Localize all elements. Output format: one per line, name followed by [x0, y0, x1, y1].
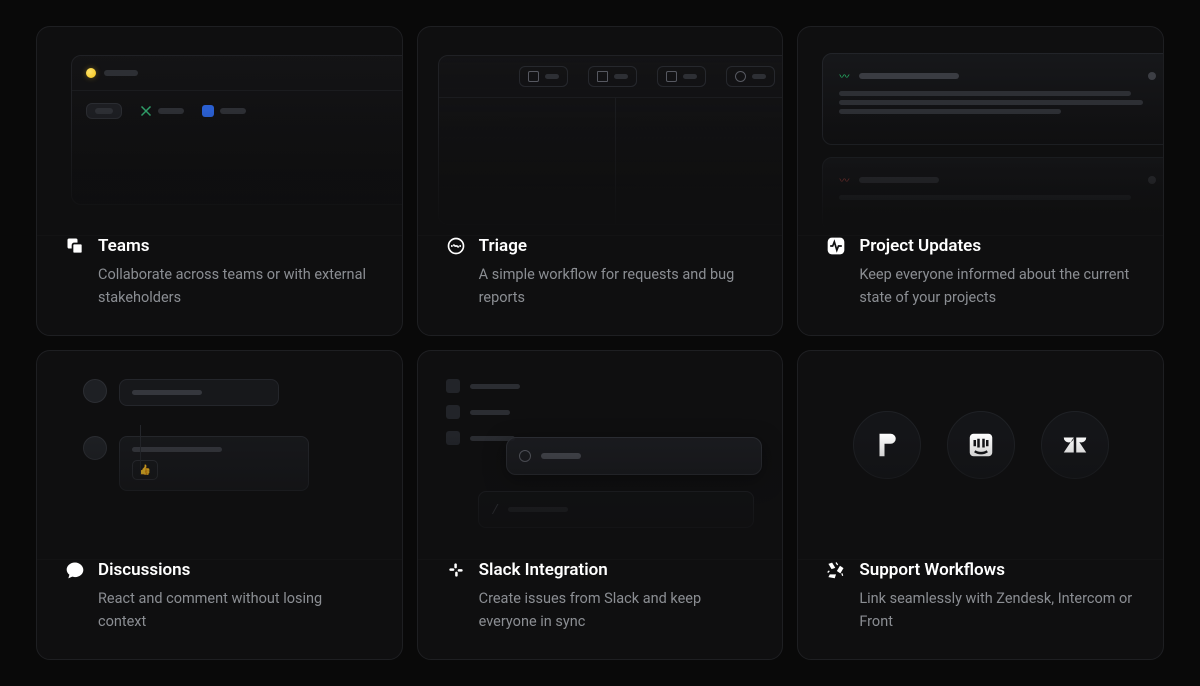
triage-chip: [519, 66, 568, 87]
status-circle-icon: [519, 450, 531, 462]
card-desc: Keep everyone informed about the current…: [826, 264, 1135, 309]
support-illustration: [798, 351, 1163, 560]
card-triage[interactable]: Triage A simple workflow for requests an…: [417, 26, 784, 336]
discussions-illustration: 👍: [37, 351, 402, 560]
card-teams[interactable]: Teams Collaborate across teams or with e…: [36, 26, 403, 336]
card-desc: Collaborate across teams or with externa…: [65, 264, 374, 309]
card-desc: A simple workflow for requests and bug r…: [446, 264, 755, 309]
card-title: Slack Integration: [479, 560, 608, 580]
status-on-track-icon: 〰: [839, 68, 849, 83]
teams-icon: [65, 236, 85, 256]
integration-zendesk-icon: [1041, 411, 1109, 479]
card-desc: Create issues from Slack and keep everyo…: [446, 588, 755, 633]
card-title: Teams: [98, 236, 149, 256]
triage-illustration: [418, 27, 783, 236]
cross-arrows-icon: [140, 105, 152, 117]
lightbulb-icon: [86, 68, 96, 78]
triage-chip: [657, 66, 706, 87]
card-support[interactable]: Support Workflows Link seamlessly with Z…: [797, 350, 1164, 660]
slack-icon: [446, 560, 466, 580]
card-title: Triage: [479, 236, 527, 256]
card-title: Discussions: [98, 560, 190, 580]
card-desc: Link seamlessly with Zendesk, Intercom o…: [826, 588, 1135, 633]
updates-illustration: 〰 〰: [798, 27, 1163, 236]
reaction-thumbs-up-icon: 👍: [132, 460, 158, 480]
slack-command-input: /: [478, 491, 755, 528]
slack-illustration: /: [418, 351, 783, 560]
avatar-icon: [83, 379, 107, 403]
feature-grid: Teams Collaborate across teams or with e…: [0, 0, 1200, 686]
triage-chip: [588, 66, 637, 87]
card-title: Project Updates: [859, 236, 981, 256]
card-desc: React and comment without losing context: [65, 588, 374, 633]
avatar-icon: [83, 436, 107, 460]
integration-intercom-icon: [947, 411, 1015, 479]
pulse-icon: [826, 236, 846, 256]
teams-illustration: [37, 27, 402, 236]
triage-icon: [446, 236, 466, 256]
card-project-updates[interactable]: 〰 〰 Pr: [797, 26, 1164, 336]
card-discussions[interactable]: 👍 Discussions React and comment without …: [36, 350, 403, 660]
triage-chip: [726, 66, 775, 87]
blue-square-icon: [202, 105, 214, 117]
integration-front-icon: [853, 411, 921, 479]
status-at-risk-icon: 〰: [839, 172, 849, 187]
chat-icon: [65, 560, 85, 580]
card-slack[interactable]: / Slack Integration Create issues from S…: [417, 350, 784, 660]
recycle-icon: [826, 560, 846, 580]
card-title: Support Workflows: [859, 560, 1005, 580]
